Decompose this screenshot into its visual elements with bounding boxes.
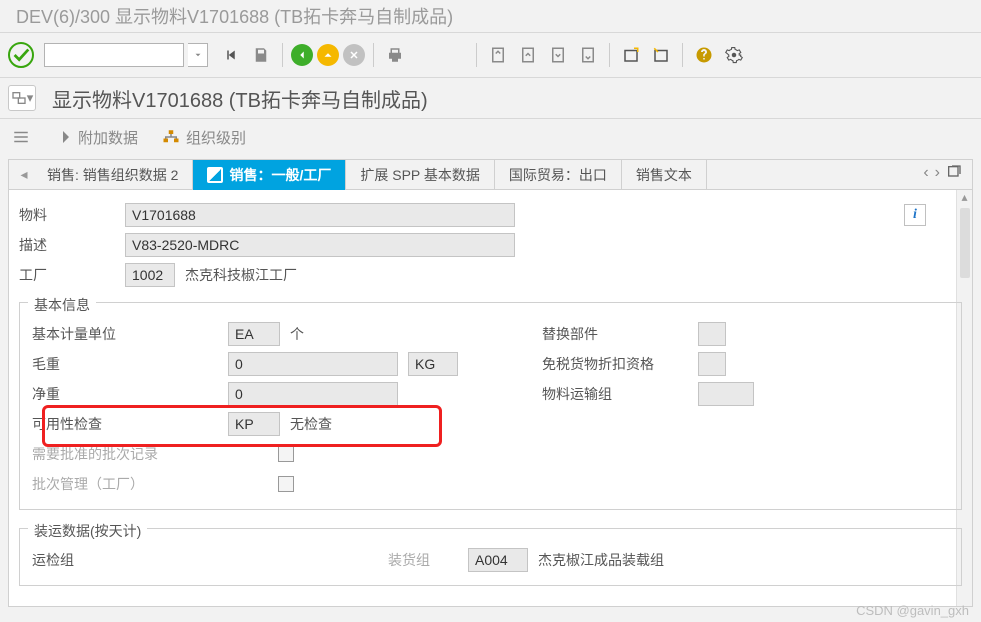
tab-list-icon[interactable]: [946, 164, 962, 185]
net-weight-value: 0: [228, 382, 398, 406]
exit-button[interactable]: [317, 44, 339, 66]
page-title: 显示物料V1701688 (TB拓卡奔马自制成品): [52, 84, 428, 113]
batch-req-label: 需要批准的批次记录: [28, 444, 228, 464]
avail-check-text: 无检查: [290, 414, 332, 434]
settings-icon[interactable]: [721, 42, 747, 68]
ship-left-label: 运检组: [28, 550, 228, 570]
desc-label: 描述: [15, 235, 125, 255]
save-icon: [248, 42, 274, 68]
shipping-title: 装运数据(按天计): [28, 521, 147, 541]
print-icon: [382, 42, 408, 68]
main-toolbar: [0, 33, 981, 77]
tab-scroll-indicator: ◂: [15, 166, 33, 183]
basic-info-group: 基本信息 基本计量单位 EA 个 毛重 0 KG 净重: [19, 302, 962, 510]
gross-weight-label: 毛重: [28, 354, 228, 374]
command-input[interactable]: [44, 43, 184, 67]
tab-sales-text[interactable]: 销售文本: [622, 160, 707, 190]
watermark: CSDN @gavin_gxh: [856, 603, 969, 618]
material-value: V1701688: [125, 203, 515, 227]
tab-content: ▴ 物料 V1701688 i 描述 V83-2520-MDRC 工厂 1002…: [9, 190, 972, 607]
desc-value: V83-2520-MDRC: [125, 233, 515, 257]
scroll-up-icon[interactable]: ▴: [961, 190, 967, 206]
avail-check-label: 可用性检查: [28, 414, 228, 434]
info-icon[interactable]: i: [904, 204, 926, 226]
basic-info-title: 基本信息: [28, 295, 96, 315]
command-dropdown[interactable]: [188, 43, 208, 67]
batch-mgmt-label: 批次管理（工厂）: [28, 474, 228, 494]
tab-intl-trade-export[interactable]: 国际贸易：出口: [495, 160, 622, 190]
org-levels-label: 组织级别: [186, 127, 246, 148]
new-session-icon[interactable]: [618, 42, 644, 68]
tab-ext-spp[interactable]: 扩展 SPP 基本数据: [346, 160, 495, 190]
plant-name: 杰克科技椒江工厂: [185, 265, 297, 285]
material-label: 物料: [15, 205, 125, 225]
menu-button[interactable]: [12, 128, 30, 146]
window-title: DEV(6)/300 显示物料V1701688 (TB拓卡奔马自制成品): [16, 3, 453, 29]
enter-button[interactable]: [8, 42, 34, 68]
shipping-group: 装运数据(按天计) 运检组 装货组 A004 杰克椒江成品装载组: [19, 528, 962, 586]
replace-part-value: [698, 322, 726, 346]
ship-mid-label: 装货组: [388, 550, 468, 570]
object-services-icon[interactable]: ▾: [8, 85, 36, 111]
page-last-icon: [575, 42, 601, 68]
extra-data-label: 附加数据: [78, 127, 138, 148]
uom-text: 个: [290, 324, 304, 344]
plant-value: 1002: [125, 263, 175, 287]
tab-sales-org-2[interactable]: 销售: 销售组织数据 2: [33, 160, 193, 190]
avail-check-value: KP: [228, 412, 280, 436]
uom-label: 基本计量单位: [28, 324, 228, 344]
ship-mid-value: A004: [468, 548, 528, 572]
ship-right-text: 杰克椒江成品装载组: [538, 550, 664, 570]
org-levels-link[interactable]: 组织级别: [162, 127, 246, 148]
net-weight-label: 净重: [28, 384, 228, 404]
duty-free-value: [698, 352, 726, 376]
first-page-icon[interactable]: [218, 42, 244, 68]
help-icon[interactable]: [691, 42, 717, 68]
page-up-icon: [515, 42, 541, 68]
find-icon: [412, 42, 438, 68]
page-down-icon: [545, 42, 571, 68]
batch-mgmt-checkbox: [278, 476, 294, 492]
trans-group-value: [698, 382, 754, 406]
scroll-thumb[interactable]: [960, 208, 970, 278]
weight-unit: KG: [408, 352, 458, 376]
plant-label: 工厂: [15, 265, 125, 285]
tab-next-icon[interactable]: ›: [935, 164, 940, 185]
uom-value: EA: [228, 322, 280, 346]
batch-req-checkbox: [278, 446, 294, 462]
cancel-button[interactable]: [343, 44, 365, 66]
duty-free-label: 免税货物折扣资格: [538, 354, 698, 374]
tab-sales-general-plant[interactable]: 销售：一般/工厂: [193, 160, 346, 190]
find-next-icon: [442, 42, 468, 68]
back-button[interactable]: [291, 44, 313, 66]
extra-data-link[interactable]: 附加数据: [54, 127, 138, 148]
gross-weight-value: 0: [228, 352, 398, 376]
tabstrip: ◂ 销售: 销售组织数据 2 销售：一般/工厂 扩展 SPP 基本数据 国际贸易…: [9, 160, 972, 190]
page-first-icon: [485, 42, 511, 68]
tab-prev-icon[interactable]: ‹: [923, 164, 928, 185]
generate-shortcut-icon[interactable]: [648, 42, 674, 68]
trans-group-label: 物料运输组: [538, 384, 698, 404]
replace-part-label: 替换部件: [538, 324, 698, 344]
